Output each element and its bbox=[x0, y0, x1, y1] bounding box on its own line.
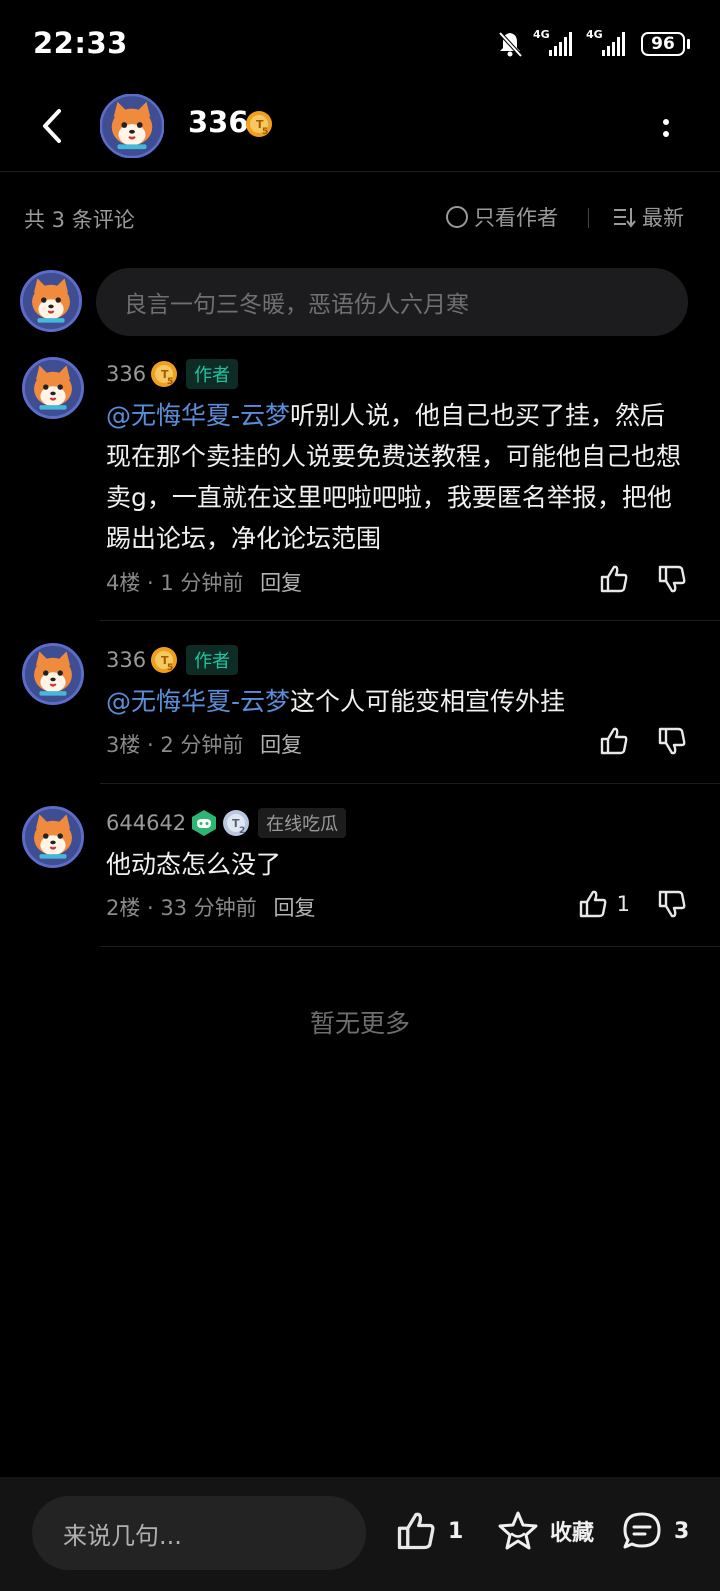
battery-level: 96 bbox=[641, 32, 685, 56]
network-label-1: 4G bbox=[533, 28, 550, 41]
thumbs-up-icon bbox=[577, 888, 609, 920]
user-tag: 在线吃瓜 bbox=[258, 808, 347, 838]
sort-label: 最新 bbox=[642, 206, 684, 230]
sort-icon bbox=[614, 208, 636, 228]
comment-info: 2楼 · 33 分钟前 回复 bbox=[106, 892, 315, 922]
say-something-input[interactable]: 来说几句... bbox=[32, 1496, 366, 1570]
divider bbox=[100, 620, 720, 621]
comment-body: 这个人可能变相宣传外挂 bbox=[290, 687, 566, 716]
circle-icon bbox=[446, 206, 468, 228]
comment-text: @无悔华夏-云梦听别人说，他自己也买了挂，然后现在那个卖挂的人说要免费送教程，可… bbox=[106, 395, 686, 559]
page-title: 336 bbox=[188, 105, 249, 139]
comment-count: 3 bbox=[674, 1518, 690, 1544]
divider bbox=[588, 208, 589, 228]
comment-summary-row: 共 3 条评论 只看作者 最新 bbox=[0, 196, 720, 240]
star-icon bbox=[498, 1511, 538, 1550]
comment-item: 336 5 作者 @无悔华夏-云梦听别人说，他自己也买了挂，然后现在那个卖挂的人… bbox=[0, 357, 720, 619]
level-badge-icon: 5 bbox=[150, 360, 178, 387]
back-button[interactable] bbox=[30, 104, 74, 148]
comment-info: 3楼 · 2 分钟前 回复 bbox=[106, 729, 302, 759]
comment-actions bbox=[598, 563, 688, 595]
comments-button[interactable]: 3 bbox=[620, 1509, 689, 1553]
svg-text:5: 5 bbox=[167, 663, 173, 673]
author-tag: 作者 bbox=[186, 645, 239, 675]
svg-text:5: 5 bbox=[262, 127, 268, 137]
favorite-button[interactable]: 收藏 bbox=[496, 1509, 594, 1553]
network-label-2: 4G bbox=[586, 28, 603, 41]
comment-input-row: 良言一句三冬暖，恶语伤人六月寒 bbox=[20, 268, 700, 336]
comment-info: 4楼 · 1 分钟前 回复 bbox=[106, 567, 302, 597]
favorite-label: 收藏 bbox=[550, 1521, 595, 1546]
reply-button[interactable]: 回复 bbox=[260, 571, 302, 595]
only-author-toggle[interactable]: 只看作者 bbox=[446, 202, 558, 232]
bottom-action-bar: 来说几句... 1 收藏 3 bbox=[0, 1477, 720, 1591]
author-tag: 作者 bbox=[186, 359, 239, 389]
status-bar: 22:33 4G 4G 96 bbox=[0, 0, 720, 86]
only-author-label: 只看作者 bbox=[474, 206, 558, 230]
svg-text:5: 5 bbox=[167, 377, 173, 387]
comment-item: 336 5 作者 @无悔华夏-云梦这个人可能变相宣传外挂 3楼 · 2 分钟前 … bbox=[0, 643, 720, 783]
thumbs-down-icon[interactable] bbox=[656, 888, 688, 920]
username[interactable]: 336 bbox=[106, 648, 146, 672]
mention-link[interactable]: @无悔华夏-云梦 bbox=[106, 401, 290, 430]
floor-time: 3楼 · 2 分钟前 bbox=[106, 733, 244, 757]
reply-button[interactable]: 回复 bbox=[273, 896, 315, 920]
my-avatar bbox=[20, 270, 82, 332]
thumbs-up-icon[interactable] bbox=[598, 563, 630, 595]
thumbs-down-icon[interactable] bbox=[656, 725, 688, 757]
comment-actions: 1 bbox=[577, 888, 688, 920]
level-badge-icon: T 2 bbox=[223, 810, 250, 836]
comment-actions bbox=[598, 725, 688, 757]
status-icons: 4G 4G 96 bbox=[497, 28, 690, 58]
comment-meta: 336 5 作者 bbox=[106, 645, 239, 675]
mention-link[interactable]: @无悔华夏-云梦 bbox=[106, 687, 290, 716]
divider bbox=[100, 783, 720, 784]
avatar[interactable] bbox=[22, 643, 84, 705]
like-count: 1 bbox=[448, 1518, 464, 1544]
sort-button[interactable]: 最新 bbox=[612, 202, 684, 232]
comment-meta: 644642 T 2 在线吃瓜 bbox=[106, 808, 347, 838]
battery-icon: 96 bbox=[641, 32, 690, 56]
no-more-label: 暂无更多 bbox=[309, 1009, 410, 1038]
more-icon bbox=[663, 119, 669, 125]
level-badge-icon: 5 bbox=[150, 646, 178, 673]
thumbs-up-icon bbox=[394, 1509, 438, 1553]
status-time: 22:33 bbox=[33, 26, 128, 60]
svg-text:2: 2 bbox=[239, 826, 245, 836]
like-button[interactable]: 1 bbox=[577, 888, 630, 920]
comment-count: 共 3 条评论 bbox=[24, 208, 135, 232]
top-nav-bar: 336 5 bbox=[0, 86, 720, 172]
back-icon bbox=[43, 109, 61, 143]
floor-time: 2楼 · 33 分钟前 bbox=[106, 896, 257, 920]
thumbs-up-icon[interactable] bbox=[598, 725, 630, 757]
avatar[interactable] bbox=[22, 806, 84, 868]
gamepad-icon bbox=[192, 810, 217, 836]
more-options-button[interactable] bbox=[656, 108, 676, 148]
floor-time: 4楼 · 1 分钟前 bbox=[106, 571, 244, 595]
divider bbox=[100, 946, 720, 947]
like-count: 1 bbox=[616, 892, 630, 916]
avatar[interactable] bbox=[22, 357, 84, 419]
comment-meta: 336 5 作者 bbox=[106, 359, 239, 389]
signal-icon-2: 4G bbox=[586, 28, 625, 56]
reply-button[interactable]: 回复 bbox=[260, 733, 302, 757]
bell-off-icon bbox=[498, 31, 523, 58]
comment-text: 他动态怎么没了 bbox=[106, 844, 686, 885]
comment-body: 他动态怎么没了 bbox=[106, 850, 282, 879]
username[interactable]: 644642 bbox=[106, 811, 186, 835]
comment-input[interactable]: 良言一句三冬暖，恶语伤人六月寒 bbox=[96, 268, 688, 336]
thumbs-down-icon[interactable] bbox=[656, 563, 688, 595]
comment-item: 644642 T 2 在线吃瓜 他动态怎么没了 2楼 · 33 分钟前 回复 1 bbox=[0, 806, 720, 946]
level-badge-icon: 5 bbox=[245, 110, 273, 142]
username[interactable]: 336 bbox=[106, 362, 146, 386]
author-avatar[interactable] bbox=[99, 93, 165, 159]
comment-icon bbox=[623, 1512, 661, 1549]
signal-icon: 4G bbox=[533, 28, 572, 56]
comment-text: @无悔华夏-云梦这个人可能变相宣传外挂 bbox=[106, 681, 686, 722]
like-post-button[interactable]: 1 bbox=[394, 1509, 463, 1553]
